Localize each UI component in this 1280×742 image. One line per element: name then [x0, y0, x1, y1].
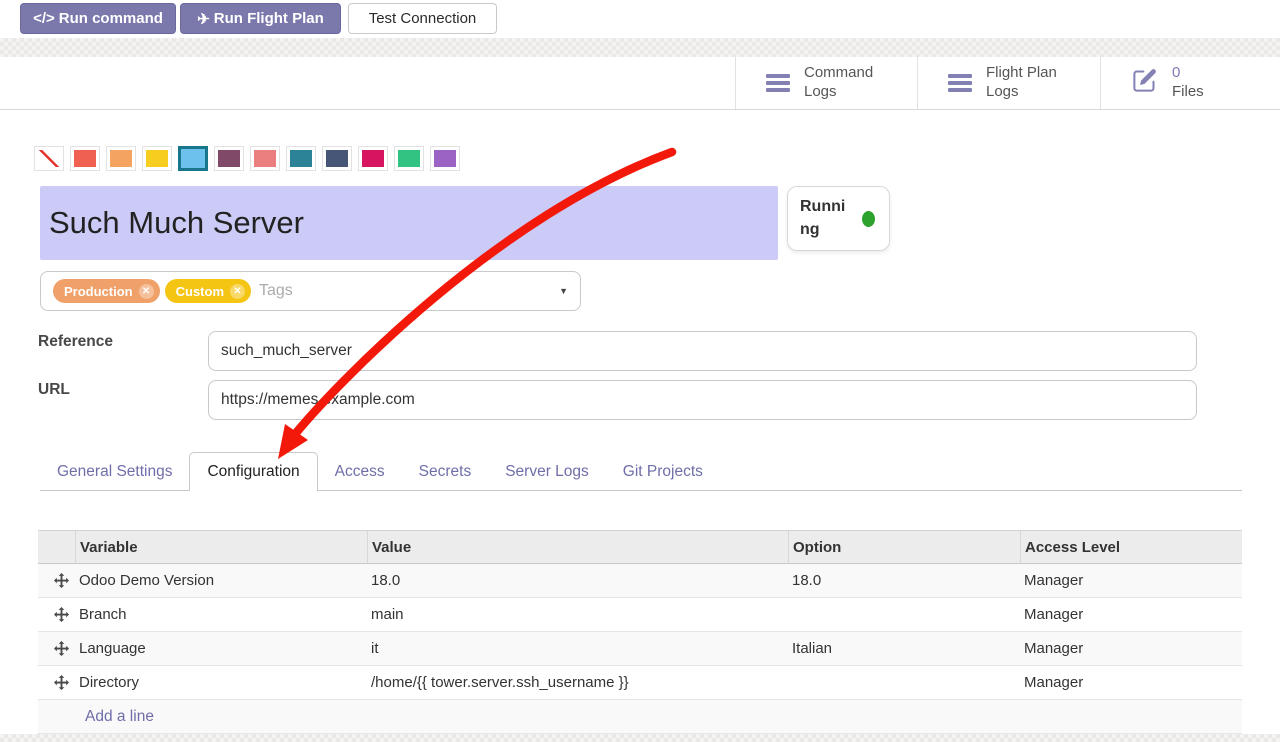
page-title: Such Much Server [49, 205, 304, 241]
tag-production: Production ✕ [53, 279, 160, 303]
cell-variable[interactable]: Language [75, 640, 367, 657]
table-row[interactable]: Directory /home/{{ tower.server.ssh_user… [38, 666, 1242, 700]
tab-general-settings[interactable]: General Settings [40, 452, 189, 491]
test-connection-label: Test Connection [369, 10, 477, 27]
tag-custom: Custom ✕ [165, 279, 251, 303]
top-toolbar: </> Run command ✈ Run Flight Plan Test C… [0, 0, 1280, 38]
color-swatch-dark-purple[interactable] [214, 146, 244, 171]
command-logs-label: Command Logs [804, 64, 896, 102]
color-swatch-green[interactable] [394, 146, 424, 171]
drag-handle[interactable] [38, 641, 75, 656]
plane-icon: ✈ [197, 10, 210, 28]
move-icon [54, 675, 69, 690]
cell-value[interactable]: /home/{{ tower.server.ssh_username }} [367, 674, 788, 691]
color-swatch-dark-blue[interactable] [322, 146, 352, 171]
cell-variable[interactable]: Branch [75, 606, 367, 623]
color-swatch-purple[interactable] [430, 146, 460, 171]
list-icon [948, 74, 972, 92]
cell-value[interactable]: 18.0 [367, 572, 788, 589]
table-row[interactable]: Odoo Demo Version 18.0 18.0 Manager [38, 564, 1242, 598]
cell-value[interactable]: main [367, 606, 788, 623]
move-icon [54, 573, 69, 588]
form-header: Command Logs Flight Plan Logs 0 Files [0, 57, 1280, 110]
color-picker [34, 146, 460, 171]
notebook-tabs: General Settings Configuration Access Se… [40, 452, 720, 491]
tab-secrets[interactable]: Secrets [402, 452, 489, 491]
run-command-label: Run command [59, 10, 163, 27]
server-name-field[interactable]: Such Much Server [40, 186, 778, 260]
color-swatch-no-color[interactable] [34, 146, 64, 171]
reference-label: Reference [38, 333, 113, 351]
color-swatch-orange[interactable] [106, 146, 136, 171]
list-icon [766, 74, 790, 92]
tab-access[interactable]: Access [318, 452, 402, 491]
code-icon: </> [33, 10, 55, 27]
url-label: URL [38, 381, 70, 399]
run-flight-plan-label: Run Flight Plan [214, 10, 324, 27]
cell-variable[interactable]: Odoo Demo Version [75, 572, 367, 589]
variable-column-header: Variable [75, 531, 367, 563]
color-swatch-light-blue[interactable] [178, 146, 208, 171]
url-input[interactable] [208, 380, 1197, 420]
chevron-down-icon[interactable]: ▼ [559, 286, 568, 296]
move-icon [54, 607, 69, 622]
run-command-button[interactable]: </> Run command [20, 3, 176, 34]
table-row[interactable]: Language it Italian Manager [38, 632, 1242, 666]
command-logs-stat-button[interactable]: Command Logs [735, 57, 917, 109]
tags-placeholder: Tags [259, 282, 293, 300]
edit-pencil-icon [1131, 67, 1158, 99]
color-swatch-salmon[interactable] [250, 146, 280, 171]
remove-tag-icon[interactable]: ✕ [139, 284, 154, 299]
move-icon [54, 641, 69, 656]
cell-access-level[interactable]: Manager [1020, 606, 1242, 623]
cell-access-level[interactable]: Manager [1020, 572, 1242, 589]
cell-value[interactable]: it [367, 640, 788, 657]
status-card[interactable]: Running [787, 186, 890, 251]
files-label: Files [1172, 83, 1204, 100]
drag-handle[interactable] [38, 573, 75, 588]
test-connection-button[interactable]: Test Connection [348, 3, 497, 34]
cell-access-level[interactable]: Manager [1020, 640, 1242, 657]
reference-input[interactable] [208, 331, 1197, 371]
remove-tag-icon[interactable]: ✕ [230, 284, 245, 299]
add-a-line-link[interactable]: Add a line [85, 708, 154, 726]
files-count: 0 [1172, 64, 1180, 81]
checker-band-bottom [0, 734, 1280, 742]
tab-configuration[interactable]: Configuration [189, 452, 317, 491]
files-count-label: 0 Files [1172, 64, 1264, 102]
tab-server-logs[interactable]: Server Logs [488, 452, 606, 491]
status-label: Running [800, 196, 854, 241]
drag-handle[interactable] [38, 675, 75, 690]
checker-band-top [0, 38, 1280, 57]
option-column-header: Option [788, 531, 1020, 563]
flight-plan-logs-label: Flight Plan Logs [986, 64, 1078, 102]
tags-input[interactable]: Production ✕ Custom ✕ Tags ▼ [40, 271, 581, 311]
value-column-header: Value [367, 531, 788, 563]
table-header: Variable Value Option Access Level [38, 530, 1242, 564]
cell-option[interactable]: 18.0 [788, 572, 1020, 589]
configuration-variables-table: Variable Value Option Access Level Odoo … [38, 530, 1242, 734]
color-swatch-red[interactable] [70, 146, 100, 171]
color-swatch-yellow[interactable] [142, 146, 172, 171]
access-level-column-header: Access Level [1020, 531, 1242, 563]
tag-custom-label: Custom [176, 284, 224, 299]
table-body: Odoo Demo Version 18.0 18.0 Manager Bran… [38, 564, 1242, 734]
no-color-diagonal-icon [38, 150, 60, 167]
handle-column-header [38, 531, 75, 563]
tab-git-projects[interactable]: Git Projects [606, 452, 720, 491]
status-dot-icon [862, 211, 875, 227]
cell-access-level[interactable]: Manager [1020, 674, 1242, 691]
drag-handle[interactable] [38, 607, 75, 622]
cell-option[interactable]: Italian [788, 640, 1020, 657]
tag-production-label: Production [64, 284, 133, 299]
run-flight-plan-button[interactable]: ✈ Run Flight Plan [180, 3, 341, 34]
flight-plan-logs-stat-button[interactable]: Flight Plan Logs [917, 57, 1100, 109]
cell-variable[interactable]: Directory [75, 674, 367, 691]
files-stat-button[interactable]: 0 Files [1100, 57, 1280, 109]
table-footer-row: Add a line [38, 700, 1242, 734]
table-row[interactable]: Branch main Manager [38, 598, 1242, 632]
color-swatch-magenta[interactable] [358, 146, 388, 171]
color-swatch-teal[interactable] [286, 146, 316, 171]
